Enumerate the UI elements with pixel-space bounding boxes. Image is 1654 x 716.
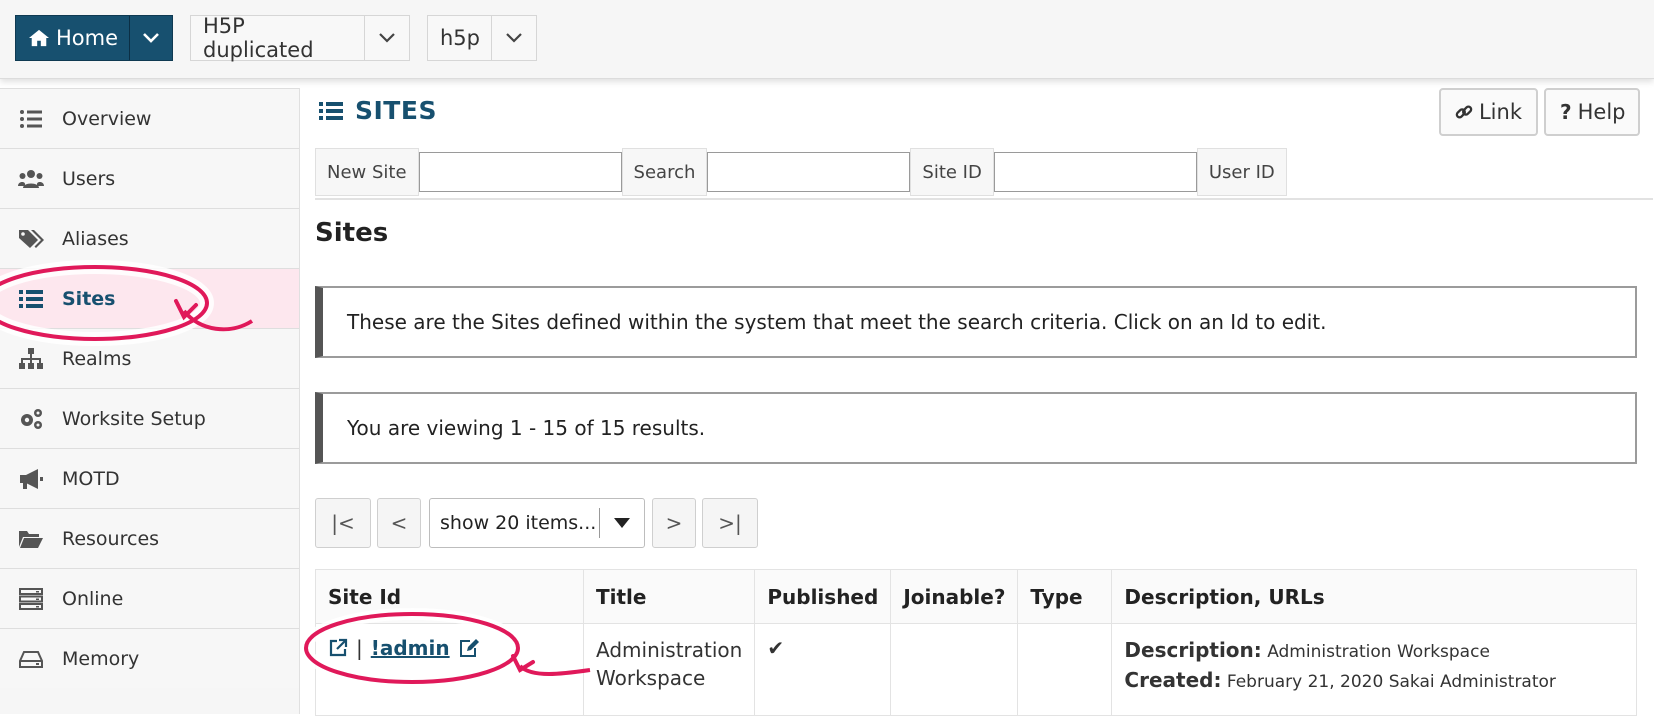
- sidebar-item-aliases[interactable]: Aliases: [0, 208, 299, 268]
- users-icon: [18, 168, 44, 190]
- hdd-icon: [18, 648, 44, 670]
- tool-selector-label: h5p: [428, 16, 492, 60]
- site-search-bar: New Site Search Site ID User ID: [315, 148, 1653, 200]
- description-value: Administration Workspace: [1267, 642, 1490, 662]
- site-title-cell: Administration Workspace: [582, 623, 756, 716]
- new-site-label: New Site: [315, 148, 419, 196]
- sidebar-item-realms[interactable]: Realms: [0, 328, 299, 388]
- home-icon: [29, 29, 49, 47]
- sidebar-item-worksite-setup[interactable]: Worksite Setup: [0, 388, 299, 448]
- sidebar-item-label: Overview: [62, 107, 152, 130]
- sidebar-item-label: Users: [62, 167, 116, 190]
- sidebar-item-label: MOTD: [62, 467, 120, 490]
- info-message: These are the Sites defined within the s…: [315, 286, 1637, 358]
- created-label: Created:: [1124, 668, 1222, 692]
- caret-down-icon: [600, 517, 644, 529]
- column-header-type[interactable]: Type: [1017, 569, 1113, 624]
- gears-icon: [18, 408, 44, 430]
- sidebar-item-overview[interactable]: Overview: [0, 88, 299, 148]
- server-icon: [18, 587, 44, 610]
- megaphone-icon: [18, 468, 44, 490]
- sidebar-item-users[interactable]: Users: [0, 148, 299, 208]
- new-site-input[interactable]: [418, 152, 622, 192]
- search-label: Search: [621, 148, 708, 196]
- chevron-down-icon: [506, 33, 522, 43]
- home-button[interactable]: Home: [15, 15, 173, 61]
- site-selector-label: H5P duplicated: [191, 14, 365, 62]
- sidebar-item-memory[interactable]: Memory: [0, 628, 299, 688]
- column-header-description: Description, URLs: [1111, 569, 1637, 624]
- published-cell: ✔: [754, 623, 892, 716]
- sidebar-item-label: Sites: [62, 287, 116, 310]
- sidebar-item-sites[interactable]: Sites: [0, 268, 299, 328]
- sitemap-icon: [18, 347, 44, 370]
- user-id-label[interactable]: User ID: [1196, 148, 1287, 196]
- type-cell: [1017, 623, 1113, 716]
- list-icon: [18, 108, 44, 130]
- link-button[interactable]: Link: [1439, 88, 1538, 136]
- folder-open-icon: [18, 528, 44, 550]
- sidebar-item-label: Realms: [62, 347, 132, 370]
- next-page-button[interactable]: >: [652, 498, 696, 548]
- page-title: SITES: [319, 96, 437, 125]
- created-line: Created: February 21, 2020 Sakai Adminis…: [1124, 666, 1624, 696]
- sidebar-item-online[interactable]: Online: [0, 568, 299, 628]
- chevron-down-icon: [379, 33, 395, 43]
- home-label: Home: [56, 26, 119, 50]
- previous-page-button[interactable]: <: [377, 498, 421, 548]
- list-icon: [18, 288, 44, 310]
- link-label: Link: [1478, 100, 1522, 124]
- sites-heading: Sites: [315, 218, 389, 248]
- column-header-site-id[interactable]: Site Id: [315, 569, 584, 624]
- chevron-down-icon: [142, 33, 159, 43]
- top-navigation-bar: Home H5P duplicated h5p: [0, 0, 1654, 79]
- description-label: Description:: [1124, 638, 1262, 662]
- column-header-title[interactable]: Title: [582, 569, 756, 624]
- description-line: Description: Administration Workspace: [1124, 636, 1624, 666]
- list-icon: [319, 101, 343, 120]
- edit-icon[interactable]: [458, 638, 480, 658]
- site-id-input[interactable]: [993, 152, 1197, 192]
- sidebar-item-label: Online: [62, 587, 124, 610]
- sidebar-item-motd[interactable]: MOTD: [0, 448, 299, 508]
- column-header-published[interactable]: Published: [754, 569, 892, 624]
- external-link-icon[interactable]: [328, 638, 348, 658]
- description-cell: Description: Administration Workspace Cr…: [1111, 623, 1637, 716]
- home-dropdown-toggle[interactable]: [128, 16, 172, 60]
- page-size-value: show 20 items...: [440, 512, 597, 534]
- home-link[interactable]: Home: [16, 16, 129, 60]
- sidebar-item-label: Aliases: [62, 227, 129, 250]
- help-icon: ?: [1560, 100, 1572, 124]
- results-message: You are viewing 1 - 15 of 15 results.: [315, 392, 1637, 464]
- tags-icon: [18, 228, 44, 250]
- link-icon: [1455, 105, 1473, 119]
- page-size-select[interactable]: show 20 items...: [429, 498, 645, 548]
- last-page-button[interactable]: >|: [702, 498, 758, 548]
- site-id-label: Site ID: [910, 148, 994, 196]
- tool-selector-toggle[interactable]: [492, 16, 536, 60]
- table-header-row: Site Id Title Published Joinable? Type D…: [315, 569, 1637, 624]
- page-title-text: SITES: [355, 96, 437, 125]
- sidebar-item-label: Memory: [62, 647, 140, 670]
- sidebar-item-resources[interactable]: Resources: [0, 508, 299, 568]
- created-value: February 21, 2020 Sakai Administrator: [1226, 672, 1556, 692]
- help-label: Help: [1577, 100, 1626, 124]
- sidebar-item-label: Worksite Setup: [62, 407, 206, 430]
- tool-sidebar: Overview Users Aliases Sites Realms Work…: [0, 88, 300, 714]
- first-page-button[interactable]: |<: [315, 498, 371, 548]
- site-selector-toggle[interactable]: [365, 16, 409, 60]
- site-selector[interactable]: H5P duplicated: [190, 14, 410, 62]
- table-row: | !admin Administration Workspace ✔ Desc…: [315, 623, 1637, 716]
- site-id-link[interactable]: !admin: [371, 636, 450, 660]
- column-header-joinable[interactable]: Joinable?: [890, 569, 1019, 624]
- sidebar-item-label: Resources: [62, 527, 160, 550]
- site-id-cell: | !admin: [315, 623, 584, 716]
- main-content: SITES Link ? Help New Site Search Site I…: [299, 78, 1654, 716]
- link-separator: |: [356, 636, 363, 660]
- sites-table: Site Id Title Published Joinable? Type D…: [315, 569, 1637, 716]
- search-input[interactable]: [707, 152, 911, 192]
- joinable-cell: [890, 623, 1019, 716]
- tool-selector[interactable]: h5p: [427, 15, 537, 61]
- help-button[interactable]: ? Help: [1544, 88, 1640, 136]
